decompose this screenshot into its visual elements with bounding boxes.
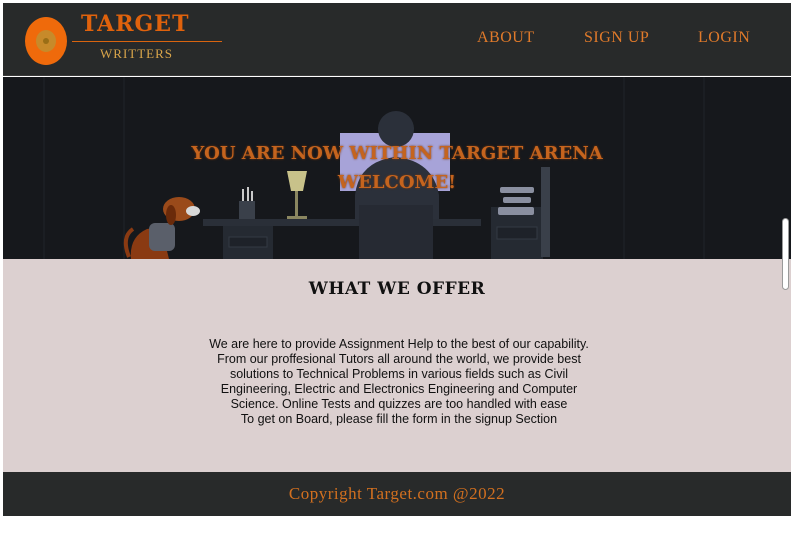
nav-about-link[interactable]: ABOUT [477,29,535,47]
site-header: TARGET WRITTERS ABOUT SIGN UP LOGIN [3,3,791,76]
brand-name: TARGET [81,11,190,37]
nav-signup-link[interactable]: SIGN UP [584,29,649,47]
offer-section: WHAT WE OFFER We are here to provide Ass… [3,259,791,472]
nav-login-link[interactable]: LOGIN [698,29,750,47]
site-footer: Copyright Target.com @2022 [3,472,791,516]
page: TARGET WRITTERS ABOUT SIGN UP LOGIN YOU … [3,3,791,516]
brand-divider [72,41,222,42]
offer-title: WHAT WE OFFER [308,279,486,299]
offer-paragraph-1: We are here to provide Assignment Help t… [209,337,589,351]
page-scrollbar-thumb[interactable] [782,218,789,290]
logo-inner-ring [36,30,56,52]
offer-paragraph-2: From our proffesional Tutors all around … [217,352,581,411]
hero-illustration [3,77,791,259]
logo-center-dot [43,38,49,44]
hero-banner: YOU ARE NOW WITHIN TARGET ARENA WELCOME! [3,77,791,259]
offer-description: We are here to provide Assignment Help t… [197,337,601,427]
target-logo-icon[interactable] [25,17,67,65]
offer-paragraph-3: To get on Board, please fill the form in… [240,412,558,426]
hero-heading: YOU ARE NOW WITHIN TARGET ARENA [191,143,603,164]
brand-subtitle: WRITTERS [100,46,173,61]
hero-welcome: WELCOME! [337,172,457,193]
copyright-text: Copyright Target.com @2022 [288,484,506,503]
